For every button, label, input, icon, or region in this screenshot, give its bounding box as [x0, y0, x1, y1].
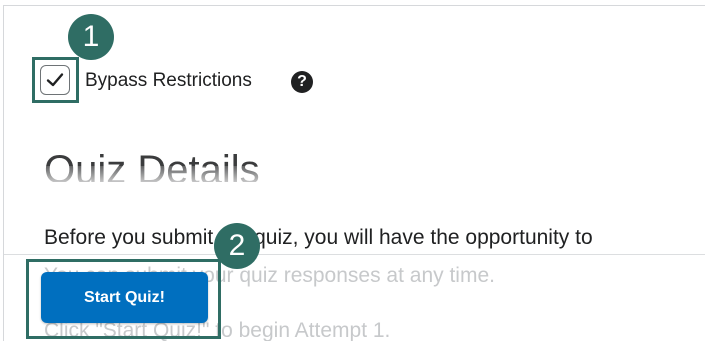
quiz-instructions: Before you submit the quiz, you will hav…: [44, 226, 593, 249]
help-icon[interactable]: ?: [291, 71, 313, 93]
step-1-badge: 1: [68, 14, 114, 60]
footer-divider: [4, 254, 705, 255]
heading-fade-overlay: [4, 166, 705, 202]
highlight-box-step-2: [26, 259, 221, 339]
highlight-box-step-1: [32, 57, 79, 103]
bypass-restrictions-label: Bypass Restrictions: [85, 70, 252, 91]
step-2-badge: 2: [214, 223, 260, 269]
